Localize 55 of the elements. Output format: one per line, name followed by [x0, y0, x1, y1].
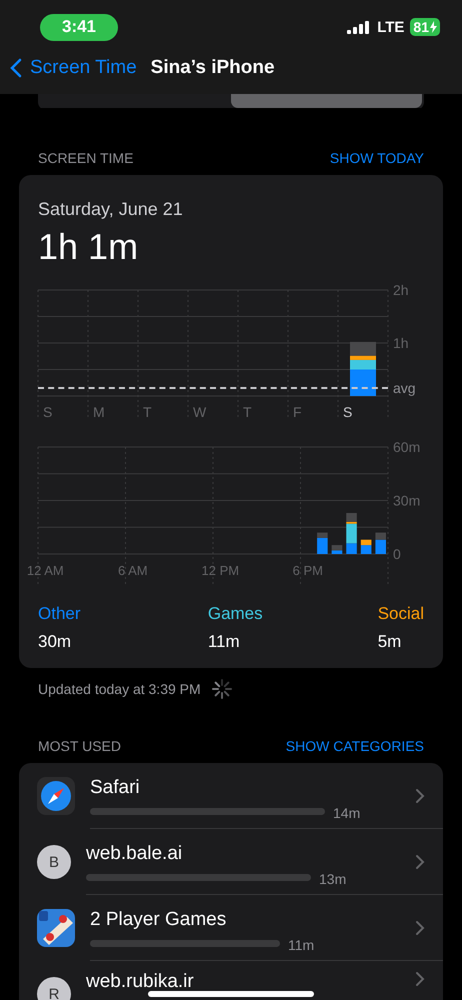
- show-today-link[interactable]: SHOW TODAY: [330, 150, 424, 166]
- total-time: 1h 1m: [37, 225, 140, 268]
- category-time: 30m: [38, 632, 72, 652]
- axis-label: W: [193, 404, 206, 420]
- axis-label: M: [93, 404, 105, 420]
- signal-icon: [347, 20, 372, 34]
- app-name[interactable]: web.rubika.ir: [86, 971, 415, 993]
- category-time: 5m: [378, 632, 402, 652]
- chevron-icon: [415, 971, 425, 987]
- app-time: 13m: [319, 870, 346, 886]
- nav-title: Sina’s iPhone: [150, 57, 275, 79]
- network-label: LTE: [377, 18, 404, 36]
- axis-label: S: [43, 404, 52, 420]
- axis-label: S: [343, 404, 352, 420]
- back-button[interactable]: Screen Time: [10, 57, 137, 79]
- selected-segment[interactable]: [231, 94, 422, 108]
- axis-label: 30m: [393, 492, 420, 508]
- axis-label: 60m: [393, 439, 420, 455]
- app-name[interactable]: Safari: [90, 776, 415, 798]
- category-time: 11m: [208, 632, 241, 652]
- game-app-icon: [37, 909, 75, 947]
- section-header: SCREEN TIME: [38, 150, 134, 166]
- letter-avatar: R: [37, 977, 71, 1000]
- chevron-icon: [415, 920, 425, 936]
- section-header: MOST USED: [38, 738, 121, 754]
- category-name: Social: [378, 604, 424, 624]
- average-label: avg: [393, 380, 416, 396]
- axis-label: 12 PM: [202, 563, 240, 578]
- letter-avatar: B: [37, 845, 71, 879]
- axis-label: 1h: [393, 335, 409, 351]
- axis-label: 6 PM: [292, 563, 323, 578]
- app-name[interactable]: web.bale.ai: [86, 842, 415, 864]
- show-categories-link[interactable]: SHOW CATEGORIES: [286, 738, 424, 754]
- axis-label: F: [293, 404, 302, 420]
- app-name[interactable]: 2 Player Games: [90, 908, 415, 930]
- back-chevron-icon: [10, 58, 22, 78]
- app-time: 14m: [333, 804, 360, 820]
- app-time: 11m: [288, 936, 314, 952]
- updated-label: Updated today at 3:39 PM: [38, 681, 201, 697]
- battery-indicator: 81: [410, 18, 440, 36]
- chevron-icon: [415, 788, 425, 804]
- bolt-icon: [430, 21, 437, 33]
- chevron-icon: [415, 854, 425, 870]
- axis-label: 6 AM: [118, 563, 148, 578]
- axis-label: T: [143, 404, 152, 420]
- axis-label: 0: [393, 546, 401, 562]
- loading-spinner-icon: [210, 678, 233, 700]
- category-name: Other: [38, 604, 82, 624]
- compass-app-icon: [37, 777, 75, 815]
- axis-label: 2h: [393, 282, 409, 298]
- category-name: Games: [208, 604, 264, 624]
- axis-label: T: [243, 404, 252, 420]
- axis-label: 12 AM: [26, 563, 64, 578]
- date-label: Saturday, June 21: [37, 198, 184, 220]
- status-time: 3:41: [40, 14, 118, 40]
